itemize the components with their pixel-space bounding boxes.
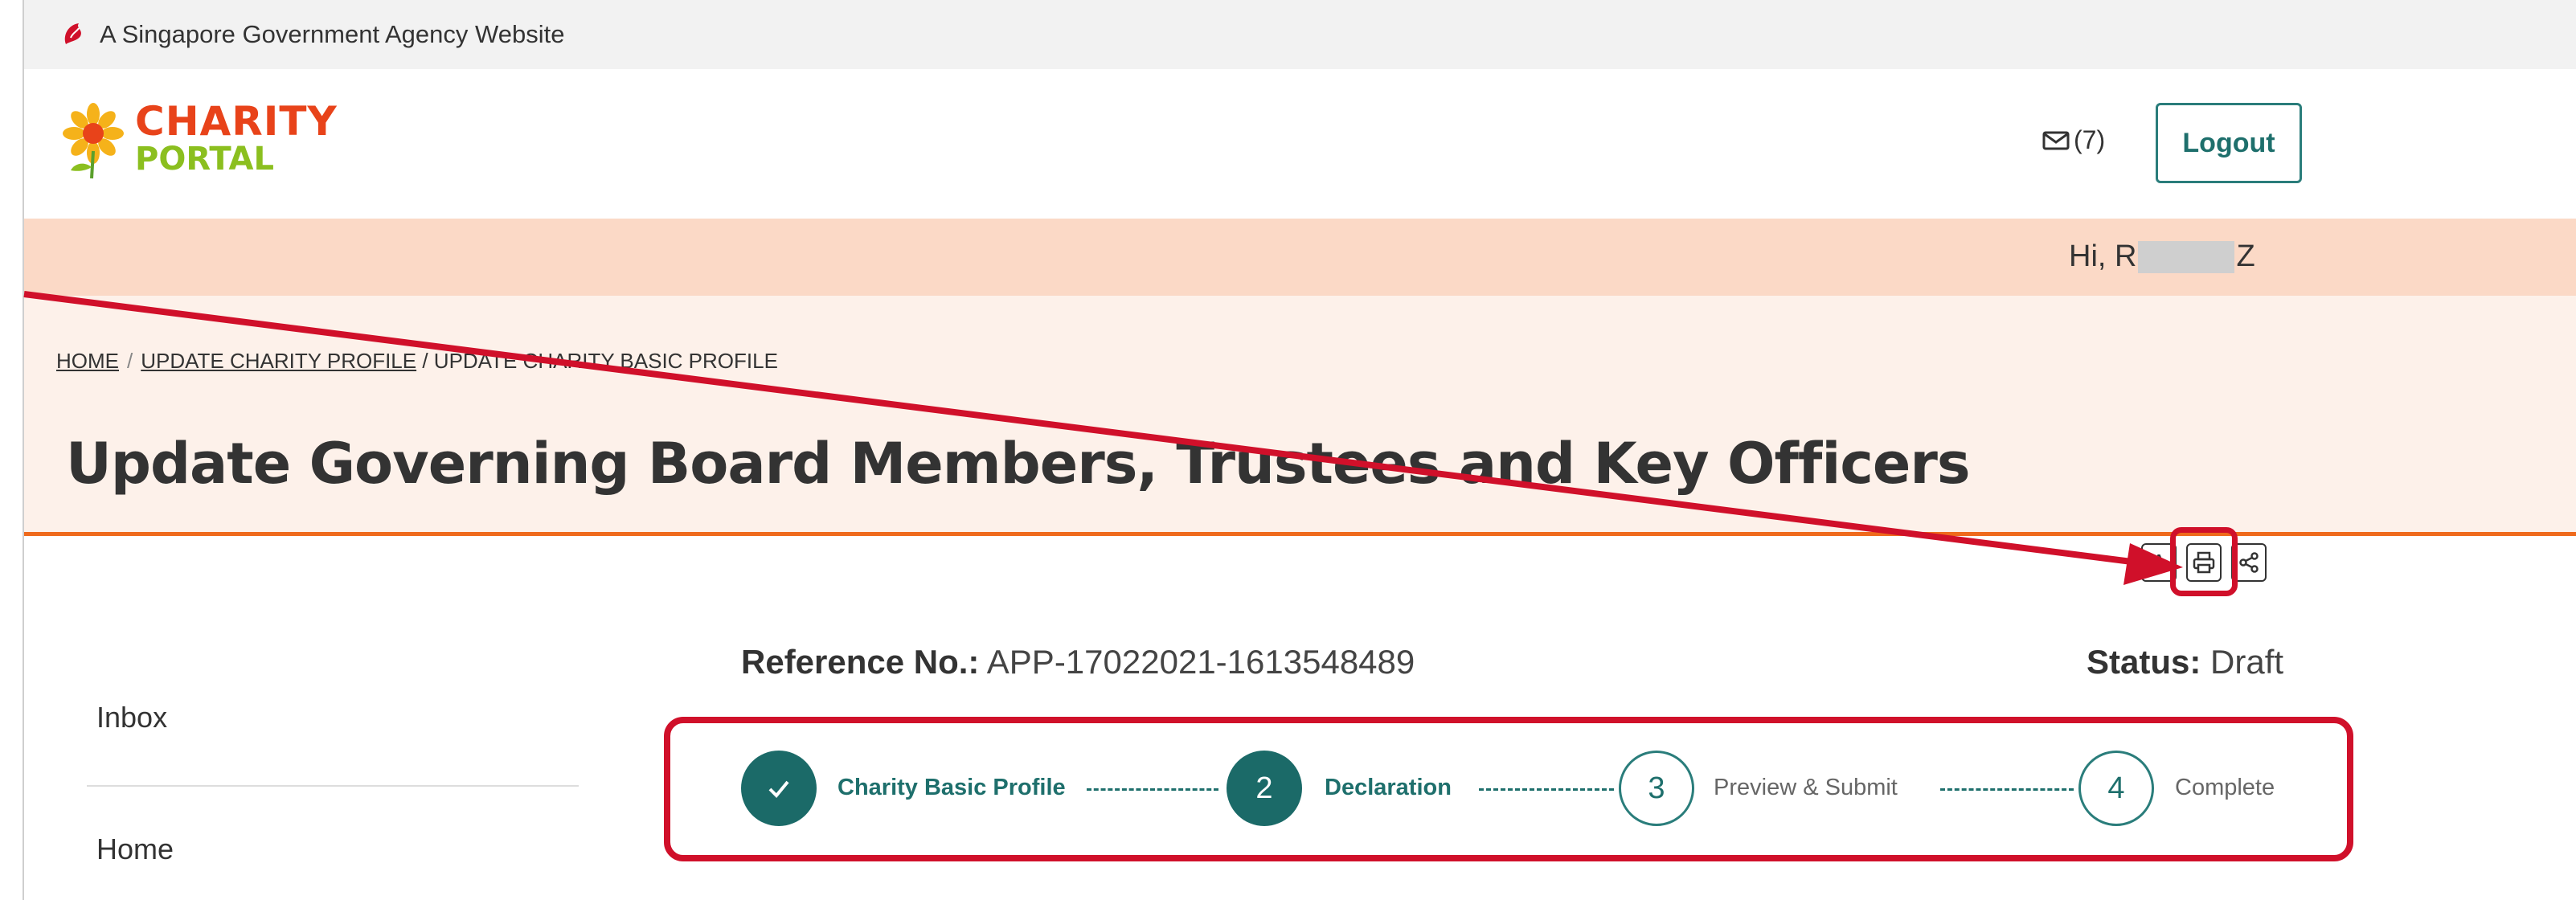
step-1-label: Charity Basic Profile	[838, 775, 1066, 800]
greeting-bar: Hi, R Z	[24, 219, 2576, 296]
application-status: Status: Draft	[2087, 643, 2283, 681]
step-connector-2	[1479, 788, 1614, 791]
sidebar-divider	[87, 785, 579, 787]
share-icon	[2239, 552, 2259, 573]
gov-banner-text: A Singapore Government Agency Website	[100, 20, 565, 48]
breadcrumb: HOME / UPDATE CHARITY PROFILE / UPDATE CHA…	[56, 349, 778, 374]
site-header: CHARITY PORTAL (7) Logout	[24, 69, 2576, 219]
gov-banner: A Singapore Government Agency Website	[24, 0, 2576, 69]
reference-value: APP-17022021-1613548489	[986, 643, 1415, 681]
charity-portal-logo[interactable]: CHARITY PORTAL	[59, 101, 338, 182]
reference-label: Reference No.:	[741, 643, 980, 681]
window-frame	[0, 0, 24, 900]
step-2-circle: 2	[1227, 751, 1302, 826]
checkmark-icon	[768, 780, 789, 798]
breadcrumb-separator: /	[127, 349, 133, 373]
page-title: Update Governing Board Members, Trustees…	[66, 431, 1971, 497]
step-connector-3	[1940, 788, 2074, 791]
logo-line-2: PORTAL	[135, 141, 274, 178]
font-size-icon: A	[2151, 550, 2167, 575]
step-4-label: Complete	[2175, 775, 2275, 800]
envelope-icon	[2042, 131, 2070, 149]
logo-line-1: CHARITY	[135, 98, 338, 145]
lion-head-icon	[64, 23, 81, 44]
greeting-prefix: Hi, R	[2069, 239, 2137, 273]
print-button-highlight	[2170, 527, 2238, 596]
page-hero: HOME / UPDATE CHARITY PROFILE / UPDATE CHA…	[24, 296, 2576, 536]
sidebar-item-inbox[interactable]: Inbox	[96, 701, 167, 734]
reference-number: Reference No.: APP-17022021-1613548489	[741, 643, 1415, 681]
sunflower-icon	[63, 103, 124, 179]
step-2-label: Declaration	[1325, 775, 1452, 800]
logout-button[interactable]: Logout	[2156, 103, 2302, 183]
user-greeting: Hi, R Z	[2069, 239, 2255, 274]
step-1-circle	[741, 751, 817, 826]
step-3-circle: 3	[1619, 751, 1694, 826]
status-value: Draft	[2210, 643, 2284, 681]
breadcrumb-current: / UPDATE CHARITY BASIC PROFILE	[422, 349, 778, 373]
status-label: Status:	[2087, 643, 2201, 681]
breadcrumb-update-profile-link[interactable]: UPDATE CHARITY PROFILE	[141, 349, 416, 373]
mail-count: (7)	[2074, 125, 2106, 154]
breadcrumb-home-link[interactable]: HOME	[56, 349, 119, 373]
step-connector-1	[1087, 788, 1218, 791]
greeting-suffix: Z	[2236, 239, 2255, 273]
inbox-mail-link[interactable]: (7)	[2042, 125, 2105, 155]
sidebar-item-home[interactable]: Home	[96, 832, 174, 866]
redacted-name	[2138, 240, 2235, 273]
step-3-label: Preview & Submit	[1714, 775, 1898, 800]
step-4-circle: 4	[2078, 751, 2154, 826]
